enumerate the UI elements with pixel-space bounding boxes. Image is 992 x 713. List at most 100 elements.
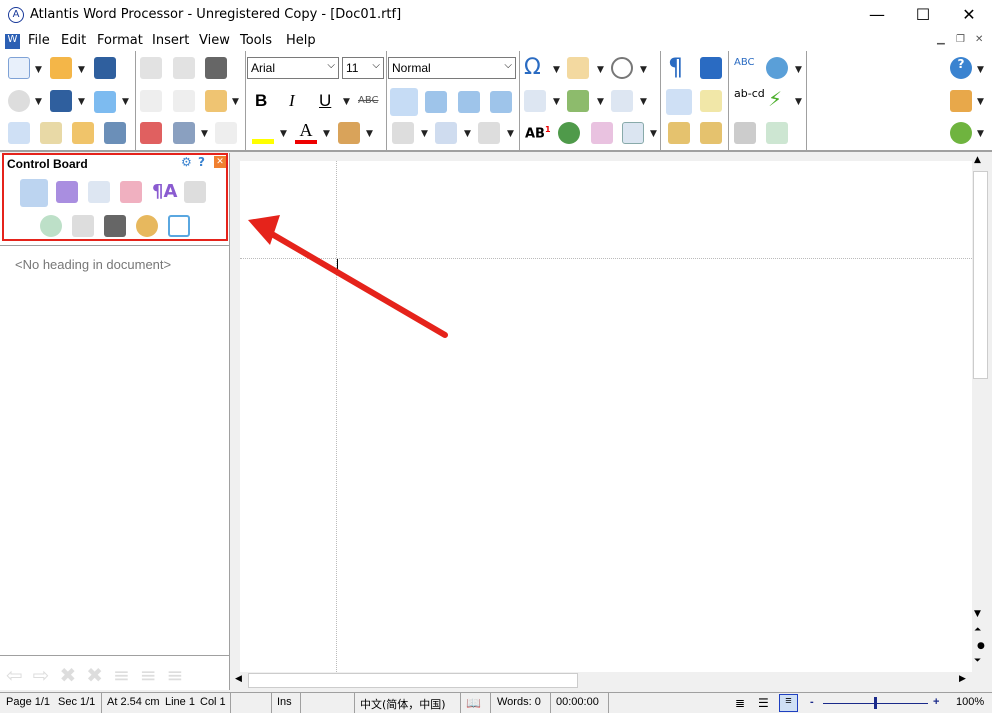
open-folder-icon[interactable] <box>50 57 72 79</box>
hyphenation-button[interactable]: ab-cd <box>734 88 765 100</box>
zoom-in-button[interactable]: + <box>933 696 939 708</box>
menu-edit[interactable]: Edit <box>61 33 86 48</box>
help-dropdown-icon[interactable]: ▼ <box>977 65 984 75</box>
insert-page-break-icon[interactable] <box>524 90 546 112</box>
spell-check-icon[interactable]: ABC <box>734 57 756 79</box>
web-layout-icon[interactable] <box>8 122 30 144</box>
spelling-book-icon[interactable]: 📖 <box>466 696 481 710</box>
new-dropdown-icon[interactable]: ▼ <box>35 65 42 75</box>
close-button[interactable]: ✕ <box>946 0 992 31</box>
table-dropdown-icon[interactable]: ▼ <box>650 129 657 139</box>
strikethrough-button[interactable]: ABC <box>358 95 379 106</box>
insert-table-icon[interactable] <box>622 122 644 144</box>
numbering-dropdown-icon[interactable]: ▼ <box>464 129 471 139</box>
font-color-dropdown-icon[interactable]: ▼ <box>323 129 330 139</box>
align-center-icon[interactable] <box>425 91 447 113</box>
wrap-view-icon[interactable]: ☰ <box>758 696 769 710</box>
font-name-select[interactable]: Arial ⌵ <box>247 57 339 79</box>
horizontal-ruler-icon[interactable] <box>668 122 690 144</box>
underline-button[interactable]: U <box>319 91 331 111</box>
save-icon[interactable] <box>94 57 116 79</box>
file-dropdown-icon[interactable]: ▼ <box>640 97 647 107</box>
page-layout-view-icon[interactable] <box>666 89 692 115</box>
bold-button[interactable]: B <box>255 91 267 111</box>
break-dropdown-icon[interactable]: ▼ <box>553 97 560 107</box>
favorites-star-icon[interactable] <box>8 90 30 112</box>
home-globe-icon[interactable] <box>950 90 972 112</box>
menu-view[interactable]: View <box>199 33 230 48</box>
outline-view-icon[interactable] <box>700 90 722 112</box>
help-question-icon[interactable]: ? <box>198 155 205 169</box>
new-document-icon[interactable] <box>8 57 30 79</box>
find-binoculars-panel-icon[interactable] <box>104 215 126 237</box>
show-formatting-pilcrow-icon[interactable]: ¶ <box>668 53 683 81</box>
multilevel-dropdown-icon[interactable]: ▼ <box>507 129 514 139</box>
time-dropdown-icon[interactable]: ▼ <box>640 65 647 75</box>
format-painter-dropdown-icon[interactable]: ▼ <box>366 129 373 139</box>
paste-icon[interactable] <box>205 90 227 112</box>
numbered-list-icon[interactable] <box>435 122 457 144</box>
email-dropdown-icon[interactable]: ▼ <box>122 97 129 107</box>
copy-icon[interactable] <box>173 90 195 112</box>
font-color-icon[interactable]: A <box>295 120 317 144</box>
horizontal-scroll-thumb[interactable] <box>248 673 578 688</box>
delete-section-icon[interactable]: ✖ <box>86 663 113 687</box>
autocorrect-dropdown-icon[interactable]: ▼ <box>795 65 802 75</box>
normal-view-icon[interactable]: ≣ <box>735 696 745 710</box>
scroll-left-icon[interactable]: ◀ <box>235 674 242 684</box>
maximize-button[interactable]: ☐ <box>900 0 946 31</box>
print-preview-icon[interactable] <box>72 122 94 144</box>
font-size-select[interactable]: 11 ⌵ <box>342 57 384 79</box>
picture-dropdown-icon[interactable]: ▼ <box>597 97 604 107</box>
bookmarks-view-icon[interactable] <box>88 181 110 203</box>
zoom-out-button[interactable]: - <box>810 696 814 708</box>
format-painter-brush-icon[interactable] <box>338 122 360 144</box>
scroll-up-icon[interactable]: ▲ <box>974 155 981 165</box>
style-select[interactable]: Normal ⌵ <box>388 57 516 79</box>
zoom-magnifier-icon[interactable] <box>40 215 62 237</box>
menu-tools[interactable]: Tools <box>240 33 272 48</box>
paragraph-list-icon[interactable] <box>72 215 94 237</box>
keyboard-shortcuts-icon[interactable] <box>734 122 756 144</box>
align-right-icon[interactable] <box>458 91 480 113</box>
help-icon[interactable]: ? <box>950 57 972 79</box>
palette-icon[interactable] <box>136 215 158 237</box>
justify-icon[interactable] <box>490 91 512 113</box>
menu-insert[interactable]: Insert <box>152 33 189 48</box>
date-dropdown-icon[interactable]: ▼ <box>597 65 604 75</box>
save-as-icon[interactable] <box>50 90 72 112</box>
minimize-button[interactable]: — <box>854 0 900 31</box>
clear-formatting-eraser-icon[interactable] <box>140 122 162 144</box>
promote-icon[interactable]: ≡ <box>113 663 140 687</box>
italic-button[interactable]: I <box>289 91 295 111</box>
vertical-scrollbar[interactable]: ▲ ▼ ⏶ ● ⏷ <box>972 153 989 672</box>
underline-dropdown-icon[interactable]: ▼ <box>343 97 350 107</box>
document-properties-icon[interactable] <box>40 122 62 144</box>
superscript-footnote-button[interactable]: AB1 <box>525 125 551 141</box>
fields-view-icon[interactable] <box>120 181 142 203</box>
headings-view-icon[interactable] <box>20 179 48 207</box>
full-screen-icon[interactable] <box>700 57 722 79</box>
mdi-close-button[interactable]: ✕ <box>975 34 983 45</box>
mdi-minimize-button[interactable]: ▁ <box>937 34 945 45</box>
spacing-dropdown-icon[interactable]: ▼ <box>201 129 208 139</box>
symbol-dropdown-icon[interactable]: ▼ <box>553 65 560 75</box>
highlight-marker-icon[interactable] <box>252 122 274 144</box>
paragraph-spacing-icon[interactable] <box>173 122 195 144</box>
clips-paperclip-icon[interactable] <box>168 215 190 237</box>
auto-correct-icon[interactable] <box>766 57 788 79</box>
highlight-dropdown-icon[interactable]: ▼ <box>280 129 287 139</box>
redo-icon[interactable] <box>173 57 195 79</box>
scroll-right-icon[interactable]: ▶ <box>959 674 966 684</box>
find-binoculars-icon[interactable] <box>205 57 227 79</box>
settings-gear-icon[interactable]: ⚙ <box>181 155 192 169</box>
print-icon[interactable] <box>104 122 126 144</box>
delete-heading-icon[interactable]: ✖ <box>60 663 87 687</box>
bullet-dropdown-icon[interactable]: ▼ <box>421 129 428 139</box>
align-left-icon[interactable] <box>390 88 418 116</box>
menu-format[interactable]: Format <box>97 33 143 48</box>
horizontal-scrollbar[interactable]: ◀ ▶ <box>232 672 972 689</box>
insert-picture-icon[interactable] <box>567 90 589 112</box>
insert-hyperlink-globe-icon[interactable] <box>558 122 580 144</box>
close-panel-icon[interactable]: ✕ <box>214 156 226 168</box>
